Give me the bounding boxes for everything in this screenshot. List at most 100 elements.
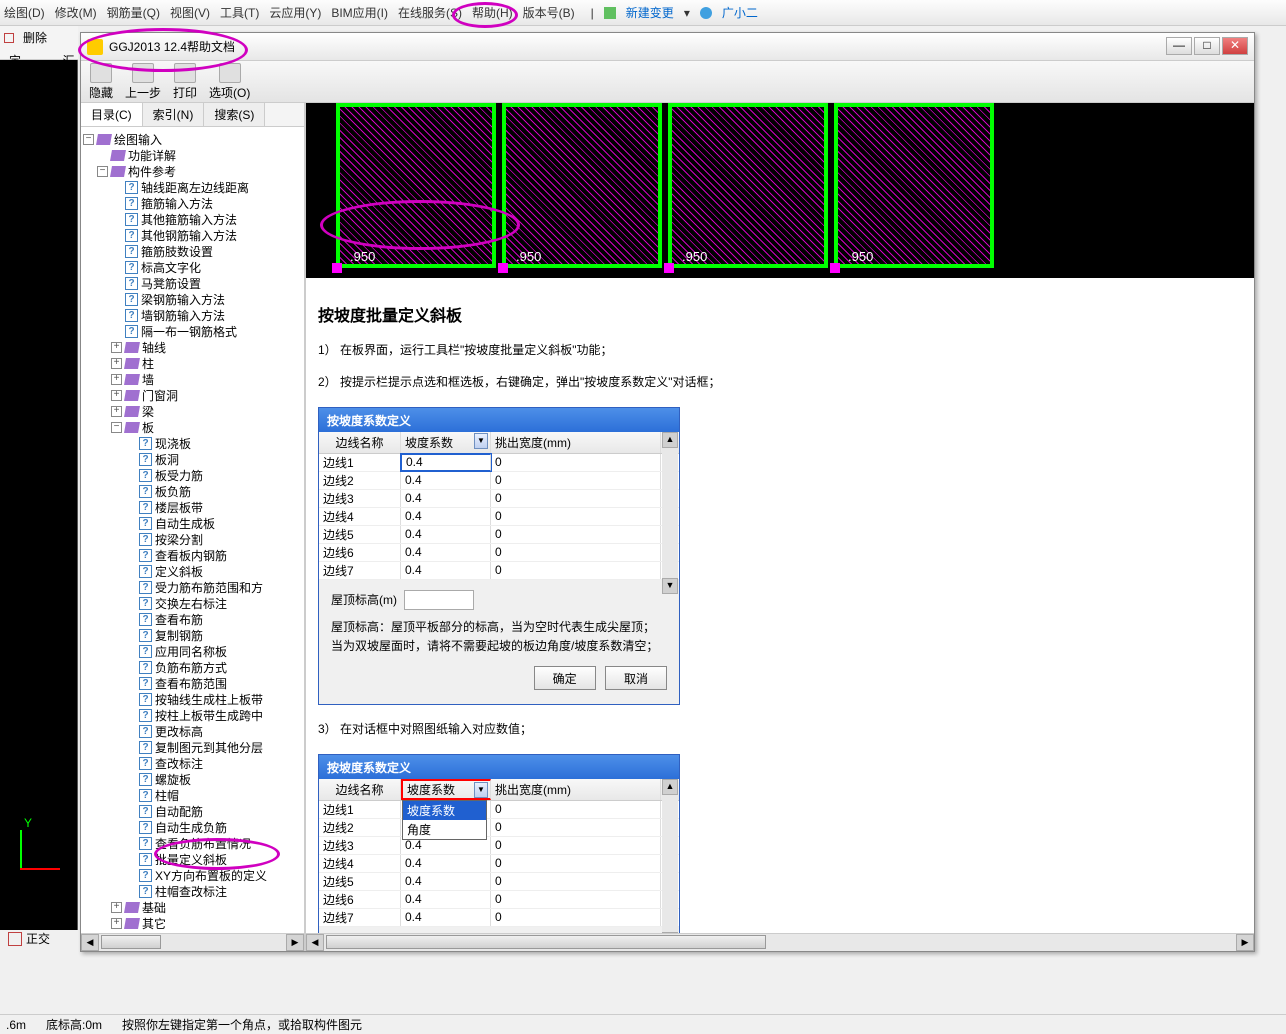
slope-type-dropdown[interactable]: 坡度系数 角度 bbox=[402, 800, 487, 840]
tree-item[interactable]: ?批量定义斜板 bbox=[83, 851, 302, 867]
maximize-button[interactable]: □ bbox=[1194, 37, 1220, 55]
menu-modify[interactable]: 修改(M) bbox=[55, 4, 97, 21]
tree-item[interactable]: ?负筋布筋方式 bbox=[83, 659, 302, 675]
tree-item[interactable]: ?查看布筋 bbox=[83, 611, 302, 627]
help-titlebar[interactable]: GGJ2013 12.4帮助文档 — □ ✕ bbox=[81, 33, 1254, 61]
minimize-button[interactable]: — bbox=[1166, 37, 1192, 55]
tree-item[interactable]: ?查看负筋布置情况 bbox=[83, 835, 302, 851]
tree-item[interactable]: +门窗洞 bbox=[83, 387, 302, 403]
tree-item[interactable]: ?自动生成负筋 bbox=[83, 819, 302, 835]
tree-item[interactable]: +墙 bbox=[83, 371, 302, 387]
new-change-button[interactable]: 新建变更 bbox=[626, 4, 674, 21]
tree-item[interactable]: ?查看布筋范围 bbox=[83, 675, 302, 691]
tree-item[interactable]: ?轴线距离左边线距离 bbox=[83, 179, 302, 195]
tab-search[interactable]: 搜索(S) bbox=[204, 103, 265, 126]
scroll-right-icon[interactable]: ▶ bbox=[286, 934, 304, 951]
table-row[interactable]: 边线40.40 bbox=[319, 855, 679, 873]
scroll-left-icon[interactable]: ◀ bbox=[306, 934, 324, 951]
menu-draw[interactable]: 绘图(D) bbox=[4, 4, 45, 21]
dropdown-opt-slope[interactable]: 坡度系数 bbox=[403, 801, 486, 820]
table-row[interactable]: 边线10.40 bbox=[319, 454, 679, 472]
options-button[interactable]: 选项(O) bbox=[209, 63, 250, 101]
tree-item[interactable]: ?板受力筋 bbox=[83, 467, 302, 483]
tree-item[interactable]: ?箍筋肢数设置 bbox=[83, 243, 302, 259]
tree-item[interactable]: ?隔一布一钢筋格式 bbox=[83, 323, 302, 339]
tree-item[interactable]: ?查看板内钢筋 bbox=[83, 547, 302, 563]
tree-item[interactable]: +柱 bbox=[83, 355, 302, 371]
table-row[interactable]: 边线20 bbox=[319, 819, 679, 837]
scroll-down-icon[interactable]: ▼ bbox=[662, 578, 678, 594]
cancel-button[interactable]: 取消 bbox=[605, 666, 667, 690]
menu-rebar[interactable]: 钢筋量(Q) bbox=[107, 4, 160, 21]
table-row[interactable]: 边线70.40 bbox=[319, 562, 679, 580]
tree-item[interactable]: ?标高文字化 bbox=[83, 259, 302, 275]
table-row[interactable]: 边线50.40 bbox=[319, 873, 679, 891]
ortho-toggle[interactable]: 正交 bbox=[8, 930, 50, 947]
col-slope[interactable]: 坡度系数▼ bbox=[401, 432, 491, 453]
tree-item[interactable]: ?其他箍筋输入方法 bbox=[83, 211, 302, 227]
tree-item[interactable]: ?应用同名称板 bbox=[83, 643, 302, 659]
table-row[interactable]: 边线70.40 bbox=[319, 909, 679, 927]
dialog-vscroll[interactable]: ▲ ▼ bbox=[662, 432, 678, 594]
help-tree[interactable]: −绘图输入功能详解−构件参考?轴线距离左边线距离?箍筋输入方法?其他箍筋输入方法… bbox=[81, 127, 304, 933]
tree-item[interactable]: ?交换左右标注 bbox=[83, 595, 302, 611]
tree-item[interactable]: −绘图输入 bbox=[83, 131, 302, 147]
tree-item[interactable]: ?按梁分割 bbox=[83, 531, 302, 547]
scroll-left-icon[interactable]: ◀ bbox=[81, 934, 99, 951]
tree-item[interactable]: ?按柱上板带生成跨中 bbox=[83, 707, 302, 723]
scroll-up-icon[interactable]: ▲ bbox=[662, 432, 678, 448]
tab-index[interactable]: 索引(N) bbox=[143, 103, 205, 126]
tree-item[interactable]: ?墙钢筋输入方法 bbox=[83, 307, 302, 323]
table-row[interactable]: 边线60.40 bbox=[319, 544, 679, 562]
tree-item[interactable]: +轴线 bbox=[83, 339, 302, 355]
tree-item[interactable]: ?自动配筋 bbox=[83, 803, 302, 819]
tree-item[interactable]: ?复制钢筋 bbox=[83, 627, 302, 643]
tree-item[interactable]: ?其他钢筋输入方法 bbox=[83, 227, 302, 243]
tree-item[interactable]: −板 bbox=[83, 419, 302, 435]
tree-item[interactable]: ?按轴线生成柱上板带 bbox=[83, 691, 302, 707]
tree-item[interactable]: ?受力筋布筋范围和方 bbox=[83, 579, 302, 595]
tree-item[interactable]: ?楼层板带 bbox=[83, 499, 302, 515]
roof-elev-input[interactable] bbox=[404, 590, 474, 610]
table-row[interactable]: 边线30.40 bbox=[319, 490, 679, 508]
tree-item[interactable]: +其它 bbox=[83, 915, 302, 931]
tree-item[interactable]: 功能详解 bbox=[83, 147, 302, 163]
tree-item[interactable]: +基础 bbox=[83, 899, 302, 915]
tree-item[interactable]: ?板负筋 bbox=[83, 483, 302, 499]
tree-item[interactable]: ?板洞 bbox=[83, 451, 302, 467]
tree-hscroll[interactable]: ◀ ▶ bbox=[81, 933, 304, 951]
delete-button[interactable]: 删除 bbox=[18, 27, 52, 48]
dialog-vscroll[interactable]: ▲ ▼ bbox=[662, 779, 678, 948]
menu-cloud[interactable]: 云应用(Y) bbox=[269, 4, 321, 21]
tree-item[interactable]: ?螺旋板 bbox=[83, 771, 302, 787]
tree-item[interactable]: ?马凳筋设置 bbox=[83, 275, 302, 291]
ok-button[interactable]: 确定 bbox=[534, 666, 596, 690]
menu-tools[interactable]: 工具(T) bbox=[220, 4, 259, 21]
menu-bim[interactable]: BIM应用(I) bbox=[331, 4, 388, 21]
dropdown-opt-angle[interactable]: 角度 bbox=[403, 820, 486, 839]
menu-version[interactable]: 版本号(B) bbox=[523, 4, 575, 21]
table-row[interactable]: 边线40.40 bbox=[319, 508, 679, 526]
menu-help[interactable]: 帮助(H) bbox=[472, 4, 513, 21]
chevron-down-icon[interactable]: ▼ bbox=[474, 433, 488, 449]
menu-view[interactable]: 视图(V) bbox=[170, 4, 210, 21]
tree-item[interactable]: ?复制图元到其他分层 bbox=[83, 739, 302, 755]
table-row[interactable]: 边线60.40 bbox=[319, 891, 679, 909]
table-row[interactable]: 边线10 bbox=[319, 801, 679, 819]
table-row[interactable]: 边线50.40 bbox=[319, 526, 679, 544]
print-button[interactable]: 打印 bbox=[173, 63, 197, 101]
tree-item[interactable]: ?XY方向布置板的定义 bbox=[83, 867, 302, 883]
tree-item[interactable]: +梁 bbox=[83, 403, 302, 419]
tree-item[interactable]: ?梁钢筋输入方法 bbox=[83, 291, 302, 307]
tree-item[interactable]: ?柱帽查改标注 bbox=[83, 883, 302, 899]
content-hscroll[interactable]: ◀ ▶ bbox=[306, 933, 1254, 951]
chevron-down-icon[interactable]: ▼ bbox=[474, 782, 488, 798]
tree-item[interactable]: ?自动生成板 bbox=[83, 515, 302, 531]
close-button[interactable]: ✕ bbox=[1222, 37, 1248, 55]
tree-item[interactable]: ?定义斜板 bbox=[83, 563, 302, 579]
tree-item[interactable]: ?箍筋输入方法 bbox=[83, 195, 302, 211]
back-button[interactable]: 上一步 bbox=[125, 63, 161, 101]
menu-online[interactable]: 在线服务(S) bbox=[398, 4, 462, 21]
user-label[interactable]: 广小二 bbox=[722, 4, 758, 21]
tree-item[interactable]: ?更改标高 bbox=[83, 723, 302, 739]
